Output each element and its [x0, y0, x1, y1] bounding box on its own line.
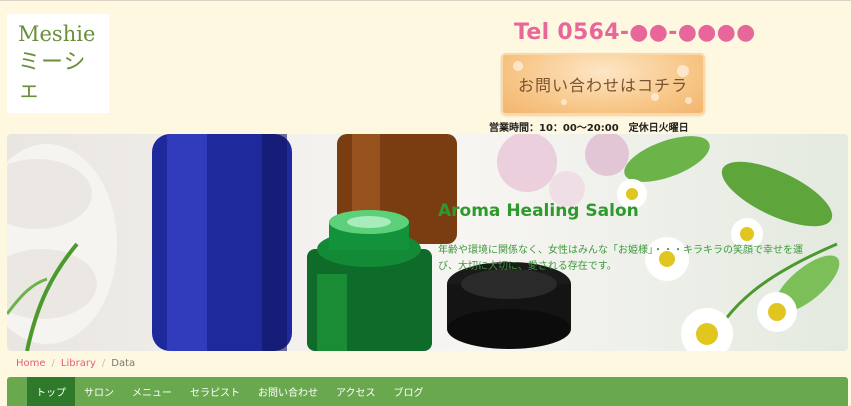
hero-title: Aroma Healing Salon	[438, 201, 639, 221]
nav-item-therapist[interactable]: セラピスト	[181, 377, 249, 406]
main-nav: トップ サロン メニュー セラピスト お問い合わせ アクセス ブログ	[7, 377, 848, 406]
bubble-decoration	[685, 97, 692, 104]
business-hours: 営業時間：10：00〜20:00 定休日火曜日	[489, 123, 689, 134]
breadcrumb-separator: /	[51, 358, 55, 369]
site-logo[interactable]: Meshie ミーシェ	[7, 14, 109, 113]
nav-item-top[interactable]: トップ	[27, 377, 75, 406]
nav-item-blog[interactable]: ブログ	[385, 377, 433, 406]
nav-item-salon[interactable]: サロン	[75, 377, 123, 406]
phone-number[interactable]: Tel 0564-●●-●●●●	[514, 20, 756, 45]
breadcrumb: Home / Library / Data	[16, 358, 135, 369]
hero-description: 年齢や環境に関係なく、女性はみんな「お姫様」・・・キラキラの笑顔で幸せを運び、大…	[438, 245, 803, 272]
nav-item-contact[interactable]: お問い合わせ	[249, 377, 327, 406]
logo-name-katakana: ミーシェ	[18, 49, 87, 104]
breadcrumb-current: Data	[111, 358, 136, 369]
nav-item-access[interactable]: アクセス	[327, 377, 385, 406]
bubble-decoration	[561, 99, 567, 105]
breadcrumb-home[interactable]: Home	[16, 358, 46, 369]
contact-button-label: お問い合わせはコチラ	[517, 76, 688, 95]
logo-name-latin: Meshie	[18, 22, 96, 47]
breadcrumb-separator: /	[101, 358, 106, 369]
top-border	[0, 0, 851, 1]
contact-button[interactable]: お問い合わせはコチラ	[501, 53, 705, 115]
bubble-decoration	[513, 61, 523, 71]
hero-banner: Aroma Healing Salon 年齢や環境に関係なく、女性はみんな「お姫…	[7, 134, 848, 351]
breadcrumb-library[interactable]: Library	[61, 358, 96, 369]
nav-item-menu[interactable]: メニュー	[123, 377, 181, 406]
